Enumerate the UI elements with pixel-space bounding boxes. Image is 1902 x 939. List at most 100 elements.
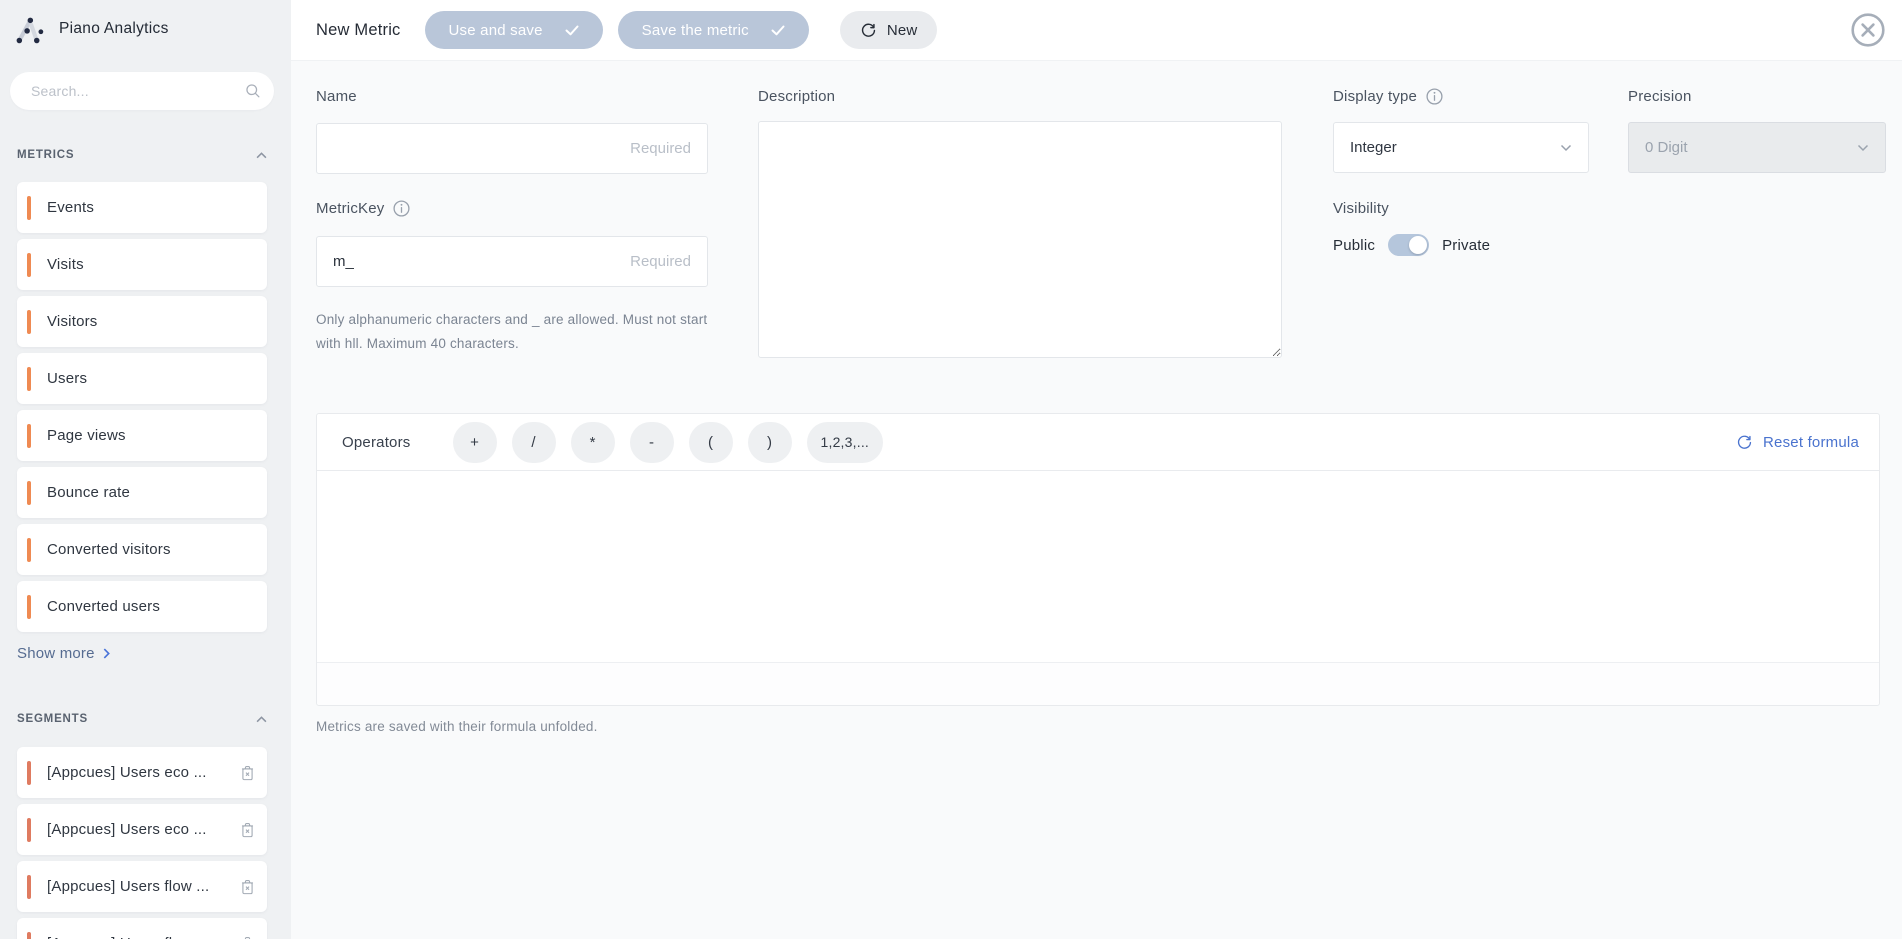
description-label: Description <box>758 88 835 105</box>
precision-value: 0 Digit <box>1645 139 1688 156</box>
formula-footer <box>317 662 1879 705</box>
save-the-metric-label: Save the metric <box>642 22 749 39</box>
metric-label: Converted users <box>47 598 160 615</box>
segment-label: [Appcues] Users flow ... <box>47 878 209 895</box>
metric-color-bar <box>27 367 31 391</box>
operator-multiply-button[interactable]: * <box>571 422 615 463</box>
metric-color-bar <box>27 595 31 619</box>
operator-plus-button[interactable]: + <box>453 422 497 463</box>
collapse-segments-icon[interactable] <box>256 716 267 723</box>
brand-header: Piano Analytics <box>12 11 169 47</box>
visibility-label: Visibility <box>1333 200 1389 217</box>
metric-color-bar <box>27 481 31 505</box>
formula-panel: Operators + / * - ( ) 1,2,3,... Reset fo… <box>316 413 1880 706</box>
info-icon[interactable] <box>1426 88 1443 105</box>
toggle-knob <box>1409 236 1427 254</box>
formula-note: Metrics are saved with their formula unf… <box>316 719 598 734</box>
chevron-down-icon <box>1857 144 1869 152</box>
sidebar-search[interactable] <box>10 72 274 110</box>
show-more-label: Show more <box>17 645 95 662</box>
segment-color-bar <box>27 875 31 899</box>
sidebar-item-visits[interactable]: Visits <box>17 239 267 290</box>
sidebar-item-segment[interactable]: [Appcues] Users eco ... <box>17 747 267 798</box>
info-icon[interactable] <box>393 200 410 217</box>
sidebar-item-converted-visitors[interactable]: Converted visitors <box>17 524 267 575</box>
operator-close-paren-button[interactable]: ) <box>748 422 792 463</box>
use-and-save-label: Use and save <box>449 22 543 39</box>
new-button-label: New <box>887 22 918 39</box>
save-the-metric-button[interactable]: Save the metric <box>618 11 809 49</box>
metrickey-helper-text: Only alphanumeric characters and _ are a… <box>316 308 718 356</box>
check-icon <box>771 25 785 36</box>
precision-label: Precision <box>1628 88 1692 105</box>
segment-color-bar <box>27 761 31 785</box>
precision-select: 0 Digit <box>1628 122 1886 173</box>
operator-open-paren-button[interactable]: ( <box>689 422 733 463</box>
use-and-save-button[interactable]: Use and save <box>425 11 603 49</box>
operator-minus-button[interactable]: - <box>630 422 674 463</box>
segment-color-bar <box>27 818 31 842</box>
metrics-section-title: METRICS <box>17 149 74 161</box>
main-area: New Metric Use and save Save the metric … <box>291 0 1902 939</box>
metric-label: Converted visitors <box>47 541 171 558</box>
page-title: New Metric <box>316 21 401 40</box>
operators-toolbar: Operators + / * - ( ) 1,2,3,... Reset fo… <box>317 414 1879 471</box>
display-type-value: Integer <box>1350 139 1397 156</box>
sidebar: Piano Analytics METRICS Events Visits Vi… <box>0 0 291 939</box>
metric-label: Events <box>47 199 94 216</box>
metric-label: Users <box>47 370 87 387</box>
segments-section-title: SEGMENTS <box>17 713 88 725</box>
sidebar-item-events[interactable]: Events <box>17 182 267 233</box>
operators-label: Operators <box>342 434 411 451</box>
metric-color-bar <box>27 538 31 562</box>
refresh-icon <box>860 22 877 39</box>
search-icon <box>245 83 261 99</box>
search-input[interactable] <box>29 82 238 100</box>
visibility-private-label: Private <box>1442 237 1490 254</box>
display-type-select[interactable]: Integer <box>1333 122 1589 173</box>
sidebar-item-segment[interactable]: [Appcues] Users flow ... <box>17 861 267 912</box>
sidebar-item-converted-users[interactable]: Converted users <box>17 581 267 632</box>
operator-number-button[interactable]: 1,2,3,... <box>807 422 884 463</box>
segment-label: [Appcues] Users eco ... <box>47 764 207 781</box>
operator-divide-button[interactable]: / <box>512 422 556 463</box>
metric-color-bar <box>27 310 31 334</box>
metrickey-label: MetricKey <box>316 200 410 217</box>
sidebar-item-page-views[interactable]: Page views <box>17 410 267 461</box>
name-input[interactable] <box>316 123 708 174</box>
metrics-section-header: METRICS <box>17 149 267 161</box>
delete-segment-icon[interactable] <box>237 933 257 939</box>
brand-name: Piano Analytics <box>59 20 169 38</box>
sidebar-item-bounce-rate[interactable]: Bounce rate <box>17 467 267 518</box>
metric-label: Page views <box>47 427 126 444</box>
sidebar-item-visitors[interactable]: Visitors <box>17 296 267 347</box>
metrickey-required-placeholder: Required <box>630 253 691 270</box>
sidebar-item-users[interactable]: Users <box>17 353 267 404</box>
close-icon[interactable] <box>1850 12 1886 48</box>
app-window: Piano Analytics METRICS Events Visits Vi… <box>0 0 1902 939</box>
reset-formula-link[interactable]: Reset formula <box>1736 434 1859 451</box>
metric-label: Visitors <box>47 313 98 330</box>
segment-label: [Appcues] Users flow ... <box>47 935 209 939</box>
new-button[interactable]: New <box>840 11 938 49</box>
visibility-control: Public Private <box>1333 234 1490 256</box>
metric-label: Bounce rate <box>47 484 130 501</box>
visibility-public-label: Public <box>1333 237 1375 254</box>
sidebar-item-segment[interactable]: [Appcues] Users flow ... <box>17 918 267 939</box>
description-textarea[interactable] <box>758 121 1282 358</box>
show-more-link[interactable]: Show more <box>17 645 110 662</box>
top-bar: New Metric Use and save Save the metric … <box>291 0 1902 61</box>
formula-canvas[interactable] <box>317 471 1879 662</box>
name-label: Name <box>316 88 357 105</box>
collapse-metrics-icon[interactable] <box>256 152 267 159</box>
metrickey-value: m_ <box>333 253 354 270</box>
delete-segment-icon[interactable] <box>237 762 257 784</box>
metrickey-input[interactable]: m_ Required <box>316 236 708 287</box>
reset-formula-label: Reset formula <box>1763 434 1859 451</box>
segment-label: [Appcues] Users eco ... <box>47 821 207 838</box>
visibility-toggle[interactable] <box>1388 234 1429 256</box>
check-icon <box>565 25 579 36</box>
delete-segment-icon[interactable] <box>237 819 257 841</box>
delete-segment-icon[interactable] <box>237 876 257 898</box>
sidebar-item-segment[interactable]: [Appcues] Users eco ... <box>17 804 267 855</box>
